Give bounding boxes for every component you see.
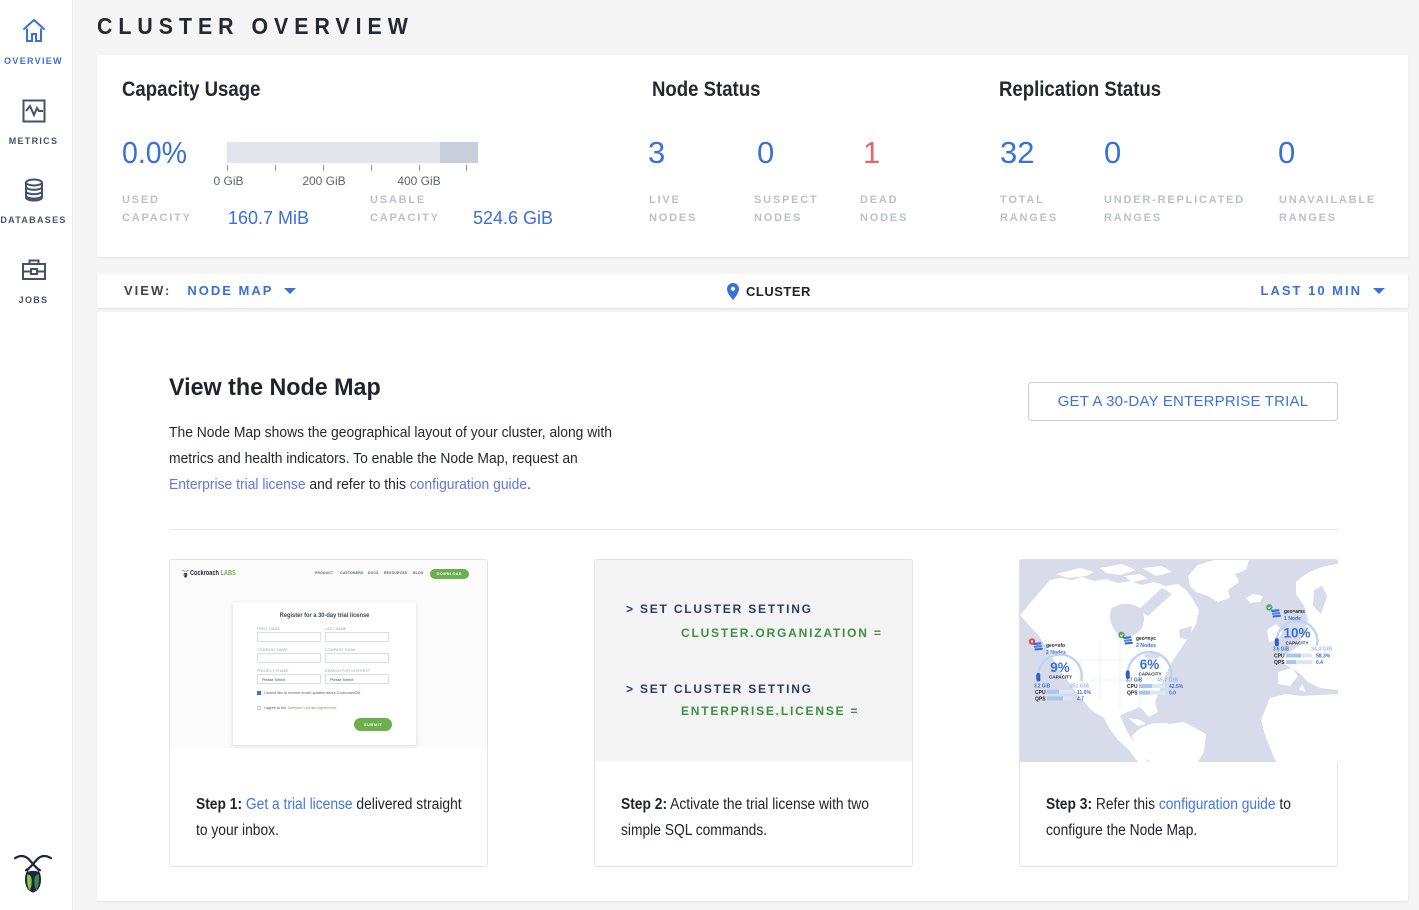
svg-text:11.0%: 11.0% [1077,690,1091,696]
svg-text:geo=nyc: geo=nyc [1136,636,1156,642]
svg-text:9%: 9% [1050,660,1070,675]
svg-text:3.7 GiB: 3.7 GiB [1126,678,1142,684]
svg-text:CAPACITY: CAPACITY [1286,641,1309,646]
svg-text:QPS: QPS [1127,691,1138,697]
svg-text:4.7: 4.7 [1077,696,1084,702]
svg-text:2 Nodes: 2 Nodes [1136,643,1156,649]
svg-text:42.5%: 42.5% [1169,684,1184,690]
svg-text:QPS: QPS [1035,696,1046,702]
svg-text:58.3%: 58.3% [1316,654,1331,660]
svg-text:CPU: CPU [1274,654,1285,660]
svg-text:34.4 GiB: 34.4 GiB [1311,647,1332,653]
svg-text:geo=sfo: geo=sfo [1046,643,1066,649]
svg-text:3.6 GiB: 3.6 GiB [1273,647,1289,653]
svg-text:CAPACITY: CAPACITY [1139,672,1162,677]
svg-text:351 GiB: 351 GiB [1070,684,1089,690]
svg-text:QPS: QPS [1274,660,1285,666]
svg-text:0.4: 0.4 [1316,660,1323,666]
svg-text:0.0: 0.0 [1169,691,1176,697]
svg-text:CAPACITY: CAPACITY [1049,675,1072,680]
svg-text:10%: 10% [1283,626,1310,641]
svg-text:CPU: CPU [1127,684,1138,690]
svg-text:45.7 GiB: 45.7 GiB [1157,678,1178,684]
svg-text:3.2 GiB: 3.2 GiB [1034,684,1050,690]
svg-text:6%: 6% [1140,657,1160,672]
svg-text:CPU: CPU [1035,690,1046,696]
svg-text:geo=ams: geo=ams [1284,609,1305,615]
